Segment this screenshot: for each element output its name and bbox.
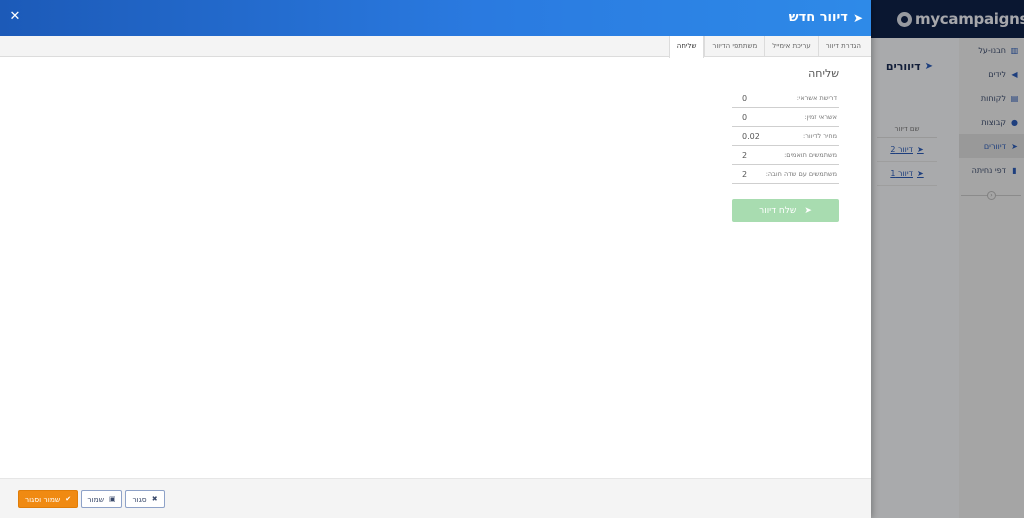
modal-title: ➤ דיוור חדש	[789, 10, 863, 25]
stat-row-credit-required: דרישת אשראי: 0	[732, 89, 839, 108]
stat-label: מחיר לדיוור:	[803, 132, 837, 140]
checkmark-icon: ✔	[65, 495, 72, 503]
stat-label: משתמשים עם שדה חובה:	[765, 170, 837, 178]
stat-value: 0	[742, 93, 748, 103]
tab-participants[interactable]: משתתפי הדיוור	[704, 36, 764, 57]
send-mailing-button[interactable]: ➤ שלח דיוור	[732, 199, 839, 222]
modal-header: ➤ דיוור חדש ✕	[0, 0, 871, 36]
stat-value: 0	[742, 112, 748, 122]
save-and-close-button[interactable]: ✔ שמור וסגור	[18, 490, 78, 508]
tab-send[interactable]: שליחה	[668, 36, 705, 58]
send-stats: דרישת אשראי: 0 אשראי זמין: 0 מחיר לדיוור…	[732, 89, 839, 184]
tab-email-editor[interactable]: עריכת אימייל	[764, 36, 818, 57]
stat-value: 2	[742, 169, 748, 179]
modal-footer: ✔ שמור וסגור ▣ שמור ✖ סגור	[0, 478, 871, 518]
modal-backdrop[interactable]	[871, 0, 1024, 518]
paper-plane-icon: ➤	[804, 205, 812, 216]
stat-row-matching-users: משתמשים תואמים: 2	[732, 146, 839, 165]
stat-row-users-with-required-field: משתמשים עם שדה חובה: 2	[732, 165, 839, 184]
new-mailing-modal: ➤ דיוור חדש ✕ הגדרת דיוור עריכת אימייל מ…	[0, 0, 871, 518]
stat-value: 0.02	[742, 131, 760, 141]
stat-row-credit-available: אשראי זמין: 0	[732, 108, 839, 127]
save-button[interactable]: ▣ שמור	[81, 490, 122, 508]
stat-row-price-per-mailing: מחיר לדיוור: 0.02	[732, 127, 839, 146]
modal-title-text: דיוור חדש	[788, 10, 848, 25]
stat-value: 2	[742, 150, 748, 160]
stat-label: משתמשים תואמים:	[784, 151, 837, 159]
section-title: שליחה	[808, 67, 839, 80]
floppy-disk-icon: ▣	[109, 495, 116, 503]
save-label: שמור	[87, 494, 105, 504]
close-label: סגור	[132, 494, 147, 504]
save-and-close-label: שמור וסגור	[24, 494, 61, 504]
send-mailing-label: שלח דיוור	[759, 205, 797, 216]
modal-tabs: הגדרת דיוור עריכת אימייל משתתפי הדיוור ש…	[0, 36, 871, 58]
paper-plane-icon: ➤	[852, 10, 863, 25]
stat-label: דרישת אשראי:	[796, 94, 837, 102]
close-button[interactable]: ✖ סגור	[125, 490, 165, 508]
close-icon[interactable]: ✕	[8, 9, 22, 25]
x-icon: ✖	[151, 495, 158, 503]
stat-label: אשראי זמין:	[804, 113, 837, 121]
tab-mailing-settings[interactable]: הגדרת דיוור	[817, 36, 868, 57]
